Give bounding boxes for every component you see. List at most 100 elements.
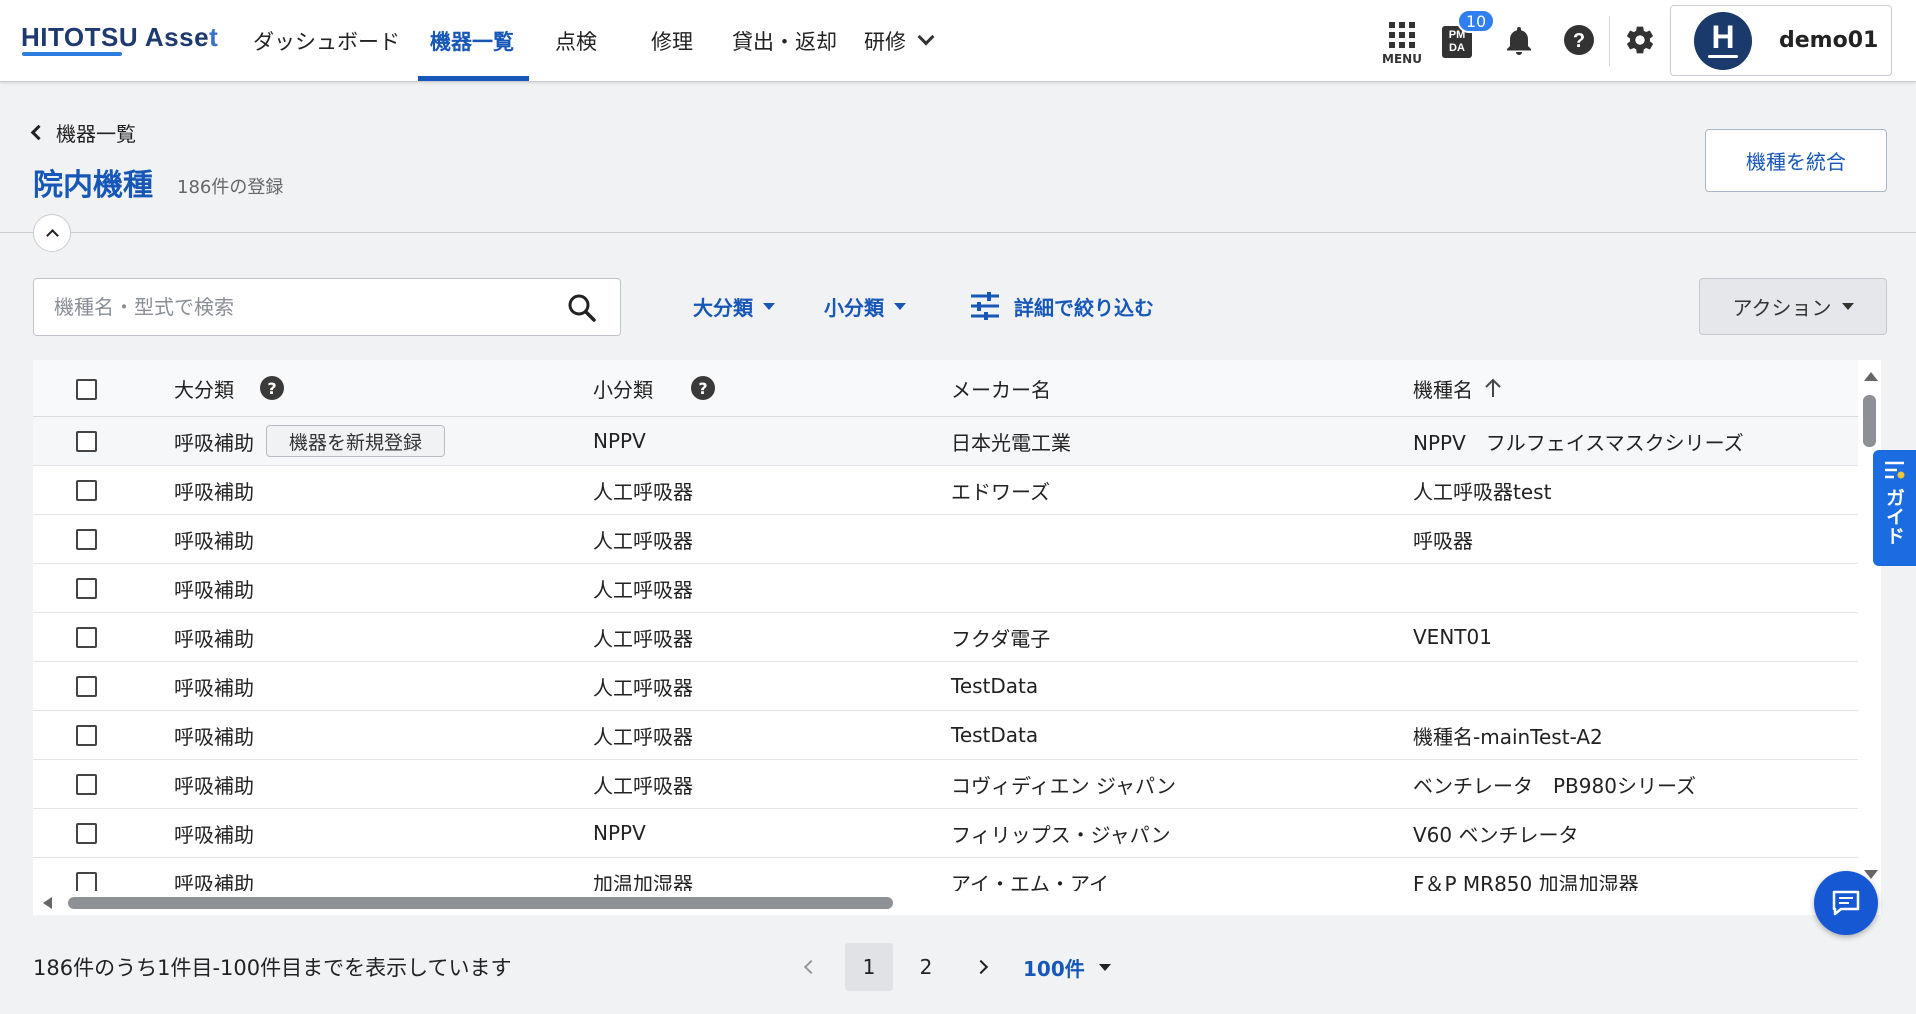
guide-tab[interactable]: ガイド — [1873, 450, 1916, 566]
cell-minor-category: 人工呼吸器 — [593, 675, 693, 700]
nav-lending[interactable]: 貸出・返却 — [732, 0, 837, 82]
action-dropdown[interactable]: アクション — [1699, 278, 1887, 335]
table-row[interactable]: 呼吸補助 人工呼吸器 エドワーズ 人工呼吸器test — [33, 466, 1858, 515]
cell-maker: TestData — [951, 674, 1039, 698]
nav-training-label: 研修 — [864, 30, 906, 54]
menu-button[interactable]: MENU — [1380, 16, 1424, 70]
row-checkbox[interactable] — [76, 431, 97, 452]
chevron-left-icon — [30, 124, 47, 141]
logo-underline — [22, 52, 122, 56]
help-button[interactable]: ? — [1561, 22, 1597, 58]
cell-model-name: VENT01 — [1413, 625, 1492, 649]
cell-maker: エドワーズ — [951, 479, 1050, 504]
scroll-up-arrow-icon[interactable] — [1864, 372, 1878, 381]
row-checkbox[interactable] — [76, 480, 97, 501]
col-minor-category[interactable]: 小分類? — [593, 360, 715, 416]
chat-button[interactable] — [1814, 871, 1878, 935]
col-maker[interactable]: メーカー名 — [951, 360, 1051, 416]
row-checkbox[interactable] — [76, 627, 97, 648]
page-1-button[interactable]: 1 — [845, 943, 893, 991]
nav-training[interactable]: 研修 — [864, 0, 935, 82]
sort-up-arrow-icon — [1485, 378, 1501, 397]
search-icon[interactable] — [567, 293, 597, 323]
pagination-summary: 186件のうち1件目-100件目までを表示しています — [33, 956, 512, 980]
pmda-label-bottom: DA — [1449, 42, 1465, 54]
help-icon: ? — [1564, 25, 1594, 55]
row-checkbox[interactable] — [76, 872, 97, 893]
major-category-dropdown[interactable]: 大分類 — [693, 286, 775, 326]
row-checkbox[interactable] — [76, 578, 97, 599]
select-all-checkbox[interactable] — [76, 379, 97, 400]
table-row[interactable]: 呼吸補助 人工呼吸器 コヴィディエン ジャパン ベンチレータ PB980シリーズ — [33, 760, 1858, 809]
search-input[interactable] — [54, 279, 554, 335]
guide-list-icon — [1885, 461, 1905, 479]
cell-major-category: 呼吸補助 — [174, 760, 254, 808]
search-box — [33, 278, 621, 336]
cell-minor-category: 人工呼吸器 — [593, 773, 693, 798]
header-divider — [1609, 16, 1610, 66]
cell-major-category: 呼吸補助 — [174, 515, 254, 563]
cell-major-text: 呼吸補助 — [174, 773, 254, 798]
breadcrumb-back[interactable]: 機器一覧 — [30, 118, 136, 147]
cell-minor-category: 人工呼吸器 — [593, 528, 693, 553]
settings-button[interactable] — [1622, 22, 1658, 58]
cell-major-text: 呼吸補助 — [174, 577, 254, 602]
grid-menu-icon — [1389, 21, 1415, 48]
table-row[interactable]: 呼吸補助 人工呼吸器 — [33, 564, 1858, 613]
col-major-category[interactable]: 大分類? — [174, 360, 284, 416]
cell-minor-category: 人工呼吸器 — [593, 577, 693, 602]
vertical-scroll-thumb[interactable] — [1863, 395, 1876, 447]
avatar-initial: H — [1711, 18, 1735, 55]
nav-dashboard[interactable]: ダッシュボード — [253, 0, 400, 82]
cell-major-category: 呼吸補助 — [174, 564, 254, 612]
next-page-button[interactable] — [966, 943, 996, 991]
row-checkbox[interactable] — [76, 774, 97, 795]
help-icon[interactable]: ? — [260, 376, 284, 400]
horizontal-scroll-thumb[interactable] — [68, 897, 893, 909]
row-checkbox[interactable] — [76, 676, 97, 697]
cell-maker: 日本光電工業 — [951, 430, 1071, 455]
nav-equipment-list[interactable]: 機器一覧 — [430, 0, 514, 82]
action-label: アクション — [1732, 296, 1832, 320]
table-row[interactable]: 呼吸補助 人工呼吸器 TestData 機種名-mainTest-A2 — [33, 711, 1858, 760]
prev-page-button[interactable] — [796, 943, 826, 991]
page-2-button[interactable]: 2 — [906, 943, 946, 991]
guide-label: ガイド — [1883, 488, 1905, 545]
merge-models-button[interactable]: 機種を統合 — [1705, 129, 1887, 192]
per-page-dropdown[interactable]: 100件 — [1023, 943, 1111, 991]
table-row[interactable]: 呼吸補助 人工呼吸器 TestData — [33, 662, 1858, 711]
cell-model-name: ベンチレータ PB980シリーズ — [1413, 773, 1696, 798]
gear-icon — [1627, 26, 1653, 54]
cell-major-text: 呼吸補助 — [174, 675, 254, 700]
cell-major-category: 呼吸補助 — [174, 662, 254, 710]
row-checkbox[interactable] — [76, 725, 97, 746]
scroll-left-arrow-icon[interactable] — [43, 897, 52, 909]
row-checkbox[interactable] — [76, 823, 97, 844]
cell-minor-category: NPPV — [593, 821, 646, 845]
col-model-name[interactable]: 機種名 — [1413, 360, 1503, 416]
notifications-button[interactable] — [1502, 23, 1536, 59]
minor-category-dropdown[interactable]: 小分類 — [824, 286, 906, 326]
register-new-equipment-button[interactable]: 機器を新規登録 — [266, 425, 446, 457]
detail-filter-button[interactable]: 詳細で絞り込む — [970, 286, 1154, 326]
cell-maker: TestData — [951, 723, 1039, 747]
filter-sliders-icon — [971, 292, 999, 320]
row-checkbox[interactable] — [76, 529, 97, 550]
cell-maker: フクダ電子 — [951, 626, 1051, 651]
table-row[interactable]: 呼吸補助 人工呼吸器 フクダ電子 VENT01 — [33, 613, 1858, 662]
cell-major-category: 呼吸補助 — [174, 711, 254, 759]
avatar: H — [1694, 12, 1752, 70]
collapse-header-button[interactable] — [33, 214, 71, 252]
nav-inspection[interactable]: 点検 — [555, 0, 597, 82]
table-row[interactable]: 呼吸補助 機器を新規登録 NPPV 日本光電工業 NPPV フルフェイスマスクシリーズ — [33, 417, 1858, 466]
app-logo[interactable]: HITOTSU Asset — [21, 22, 218, 53]
help-icon[interactable]: ? — [691, 376, 715, 400]
svg-text:?: ? — [1573, 30, 1585, 52]
cell-minor-category: 人工呼吸器 — [593, 724, 693, 749]
table-row[interactable]: 呼吸補助 人工呼吸器 呼吸器 — [33, 515, 1858, 564]
nav-active-indicator — [418, 76, 529, 81]
table-row[interactable]: 呼吸補助 NPPV フィリップス・ジャパン V60 ベンチレータ — [33, 809, 1858, 858]
cell-major-text: 呼吸補助 — [174, 479, 254, 504]
user-menu[interactable]: H demo01 — [1670, 5, 1892, 76]
nav-repair[interactable]: 修理 — [651, 0, 693, 82]
